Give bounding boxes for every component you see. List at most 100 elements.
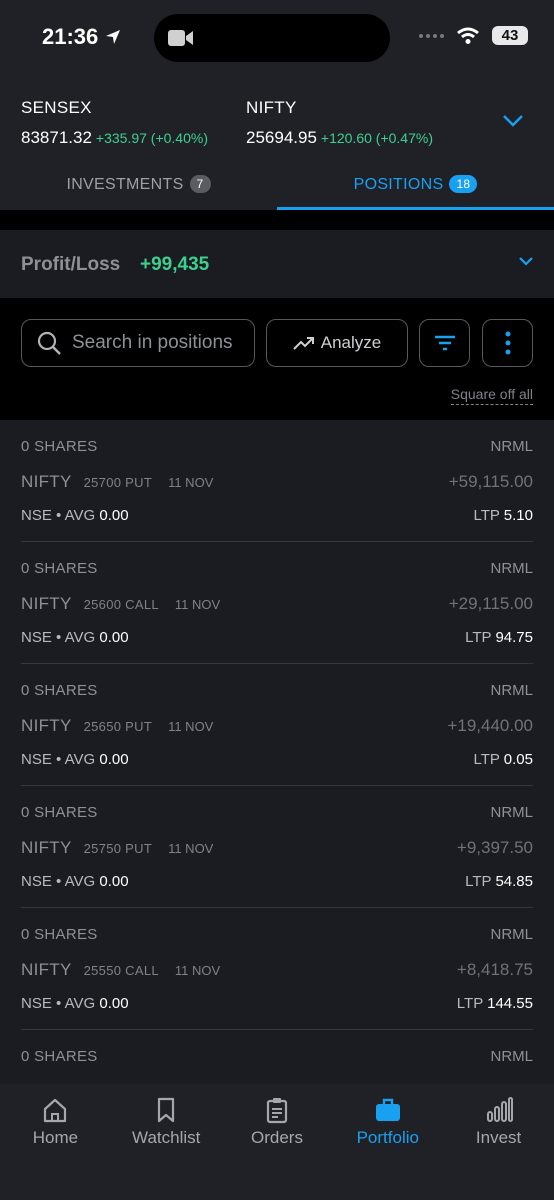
ltp-value: 0.05 (503, 751, 533, 768)
ltp-label: LTP (456, 995, 483, 1012)
ltp-label: LTP (473, 751, 500, 768)
battery-indicator: 43 (492, 26, 528, 45)
position-symbol: NIFTY (21, 960, 72, 979)
position-product: NRML (490, 804, 533, 821)
position-pnl: +19,440.00 (447, 716, 533, 735)
position-exchange: NSE (21, 995, 52, 1012)
search-input[interactable] (72, 332, 252, 354)
index-name: SENSEX (21, 98, 92, 117)
pnl-value: +99,435 (140, 254, 210, 275)
index-value: 25694.95 (246, 128, 317, 147)
position-pnl: +29,115.00 (448, 594, 533, 613)
market-header: SENSEX 83871.32 +335.97 (+0.40%) NIFTY 25… (0, 78, 554, 210)
nav-orders[interactable]: Orders (222, 1084, 333, 1200)
nav-invest[interactable]: Invest (443, 1084, 554, 1200)
position-strike: 25550 CALL (83, 963, 159, 978)
clock-time: 21:36 (42, 24, 99, 49)
position-row[interactable]: 0 SHARES NRML (21, 1030, 533, 1084)
search-icon (37, 331, 61, 355)
position-exchange: NSE (21, 629, 52, 646)
position-pnl: +9,397.50 (456, 838, 533, 857)
search-box[interactable] (21, 319, 255, 367)
position-strike: 25650 PUT (83, 719, 153, 734)
count-badge: 7 (189, 175, 211, 193)
position-qty: 0 SHARES (21, 926, 98, 943)
position-exchange: NSE (21, 873, 52, 890)
profit-loss-summary[interactable]: Profit/Loss +99,435 (0, 230, 554, 298)
filter-button[interactable] (419, 319, 470, 367)
ltp-value: 144.55 (487, 995, 533, 1012)
status-bar: 21:36 43 (0, 0, 554, 78)
avg-value: 0.00 (99, 629, 129, 646)
position-row[interactable]: 0 SHARES NRML NIFTY 25700 PUT 11 NOV +59,1… (21, 420, 533, 542)
more-vertical-icon (505, 331, 510, 355)
tab-positions[interactable]: POSITIONS 18 (277, 164, 554, 210)
bar-chart-icon (486, 1097, 513, 1122)
dynamic-island (154, 14, 390, 62)
position-expiry: 11 NOV (174, 963, 221, 978)
nav-label: Watchlist (132, 1128, 201, 1147)
chevron-down-icon[interactable] (518, 256, 534, 266)
avg-label: AVG (64, 995, 96, 1012)
index-sensex[interactable]: SENSEX 83871.32 +335.97 (+0.40%) (21, 98, 208, 148)
trending-up-icon (293, 337, 314, 350)
briefcase-icon (375, 1098, 400, 1121)
video-camera-icon (168, 30, 193, 46)
position-exchange: NSE (21, 751, 52, 768)
index-change: +120.60 (+0.47%) (320, 130, 433, 146)
index-value: 83871.32 (21, 128, 92, 147)
more-options-button[interactable] (482, 319, 533, 367)
position-product: NRML (490, 1048, 533, 1065)
avg-label: AVG (64, 873, 96, 890)
position-row[interactable]: 0 SHARES NRML NIFTY 25750 PUT 11 NOV +9,39… (21, 786, 533, 908)
avg-value: 0.00 (99, 751, 129, 768)
ltp-value: 54.85 (495, 873, 533, 890)
nav-home[interactable]: Home (0, 1084, 111, 1200)
portfolio-tabs: INVESTMENTS 7 POSITIONS 18 (0, 164, 554, 210)
index-name: NIFTY (246, 98, 297, 117)
clipboard-icon (266, 1098, 288, 1124)
nav-portfolio[interactable]: Portfolio (332, 1084, 443, 1200)
bottom-navigation: Home Watchlist Orders Portfolio Invest (0, 1084, 554, 1200)
nav-label: Orders (251, 1128, 303, 1147)
ltp-value: 5.10 (503, 507, 533, 524)
nav-label: Home (32, 1128, 79, 1147)
location-arrow-icon (106, 30, 121, 44)
wifi-icon (457, 27, 479, 44)
square-off-all-link[interactable]: Square off all (450, 386, 533, 405)
position-qty: 0 SHARES (21, 560, 98, 577)
clock: 21:36 (42, 24, 122, 50)
position-expiry: 11 NOV (168, 841, 214, 856)
position-expiry: 11 NOV (174, 597, 221, 612)
position-expiry: 11 NOV (168, 719, 214, 734)
avg-label: AVG (64, 507, 96, 524)
position-row[interactable]: 0 SHARES NRML NIFTY 25650 PUT 11 NOV +19,4… (21, 664, 533, 786)
position-symbol: NIFTY (21, 594, 72, 613)
index-change: +335.97 (+0.40%) (95, 130, 208, 146)
chevron-down-icon[interactable] (502, 114, 524, 128)
position-row[interactable]: 0 SHARES NRML NIFTY 25550 CALL 11 NOV +8,4… (21, 908, 533, 1030)
position-qty: 0 SHARES (21, 804, 98, 821)
index-nifty[interactable]: NIFTY 25694.95 +120.60 (+0.47%) (246, 98, 433, 148)
position-symbol: NIFTY (21, 472, 72, 491)
pnl-label: Profit/Loss (21, 254, 121, 275)
analyze-button[interactable]: Analyze (266, 319, 408, 367)
avg-label: AVG (64, 629, 96, 646)
positions-list: 0 SHARES NRML NIFTY 25700 PUT 11 NOV +59,1… (0, 420, 554, 1084)
position-exchange: NSE (21, 507, 52, 524)
tab-label: POSITIONS (353, 176, 444, 193)
home-icon (44, 1098, 67, 1123)
ltp-value: 94.75 (495, 629, 533, 646)
tab-label: INVESTMENTS (66, 176, 184, 193)
position-product: NRML (490, 560, 533, 577)
position-product: NRML (490, 438, 533, 455)
position-product: NRML (490, 926, 533, 943)
position-strike: 25750 PUT (83, 841, 153, 856)
ltp-label: LTP (465, 873, 492, 890)
tab-investments[interactable]: INVESTMENTS 7 (0, 164, 277, 210)
avg-value: 0.00 (99, 995, 129, 1012)
ltp-label: LTP (465, 629, 492, 646)
avg-label: AVG (64, 751, 96, 768)
nav-watchlist[interactable]: Watchlist (111, 1084, 222, 1200)
position-row[interactable]: 0 SHARES NRML NIFTY 25600 CALL 11 NOV +29,… (21, 542, 533, 664)
